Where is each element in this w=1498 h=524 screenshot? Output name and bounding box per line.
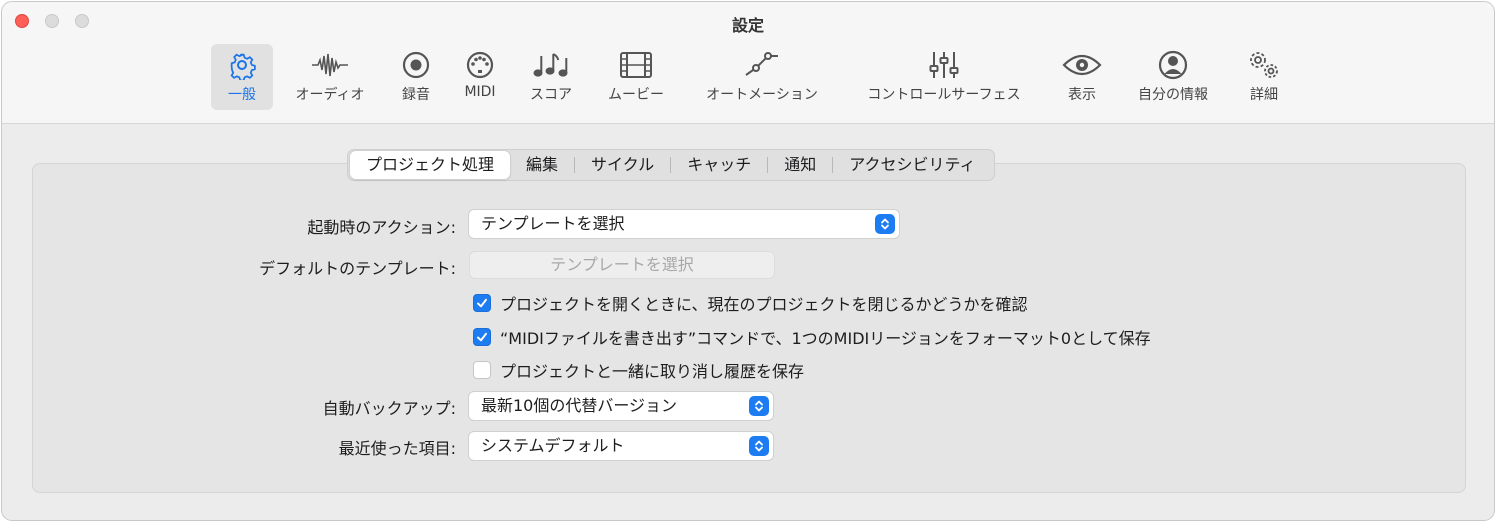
chevron-updown-icon — [875, 214, 895, 234]
startup-action-popup[interactable]: テンプレートを選択 — [468, 209, 900, 239]
toolbar-score[interactable]: スコア — [521, 44, 581, 110]
gear-icon — [211, 48, 273, 82]
tab-editing[interactable]: 編集 — [510, 151, 574, 179]
midi-connector-icon — [455, 48, 505, 82]
toolbar-audio[interactable]: オーディオ — [285, 44, 375, 110]
recent-items-popup[interactable]: システムデフォルト — [468, 431, 774, 461]
checkbox-checked[interactable] — [473, 328, 491, 346]
gears-icon — [1238, 48, 1290, 82]
chevron-updown-icon — [749, 436, 769, 456]
checkbox-midi-export-format0[interactable]: “MIDIファイルを書き出す”コマンドで、1つのMIDIリージョンをフォーマット… — [473, 326, 1151, 348]
toolbar-my-info[interactable]: 自分の情報 — [1128, 44, 1218, 110]
default-template-label: デフォルトのテンプレート: — [259, 259, 456, 278]
toolbar-recording[interactable]: 録音 — [391, 44, 441, 110]
checkbox-label: プロジェクトと一緒に取り消し履歴を保存 — [500, 362, 805, 381]
choose-template-button: テンプレートを選択 — [469, 251, 775, 279]
startup-action-value: テンプレートを選択 — [481, 214, 625, 233]
checkbox-unchecked[interactable] — [473, 361, 491, 379]
tab-accessibility[interactable]: アクセシビリティ — [833, 151, 991, 179]
toolbar-control-surfaces[interactable]: コントロールサーフェス — [852, 44, 1036, 110]
recent-items-value: システムデフォルト — [481, 436, 625, 455]
toolbar-general[interactable]: 一般 — [211, 44, 273, 110]
automation-curve-icon — [694, 48, 830, 82]
film-icon — [600, 48, 672, 82]
tab-catch[interactable]: キャッチ — [671, 151, 767, 179]
recent-items-label: 最近使った項目: — [338, 439, 456, 458]
checkmark-icon — [477, 298, 487, 308]
toolbar-advanced[interactable]: 詳細 — [1238, 44, 1290, 110]
auto-backup-popup[interactable]: 最新10個の代替バージョン — [468, 391, 774, 421]
toolbar-automation[interactable]: オートメーション — [694, 44, 830, 110]
window-title: 設定 — [731, 16, 764, 35]
startup-action-label: 起動時のアクション: — [307, 218, 456, 237]
checkbox-save-undo-history[interactable]: プロジェクトと一緒に取り消し履歴を保存 — [473, 359, 804, 381]
eye-icon — [1056, 48, 1108, 82]
tab-notifications[interactable]: 通知 — [768, 151, 832, 179]
tab-project-handling[interactable]: プロジェクト処理 — [350, 151, 511, 179]
chevron-updown-icon — [749, 396, 769, 416]
music-notes-icon — [521, 48, 581, 82]
checkmark-icon — [477, 332, 487, 342]
checkbox-label: プロジェクトを開くときに、現在のプロジェクトを閉じるかどうかを確認 — [500, 295, 1028, 314]
checkbox-confirm-close-project[interactable]: プロジェクトを開くときに、現在のプロジェクトを閉じるかどうかを確認 — [473, 292, 1028, 314]
sliders-icon — [852, 48, 1036, 82]
toolbar-view[interactable]: 表示 — [1056, 44, 1108, 110]
tab-bar: プロジェクト処理 編集 サイクル キャッチ 通知 アクセシビリティ — [347, 149, 995, 181]
record-icon — [391, 48, 441, 82]
checkbox-label: “MIDIファイルを書き出す”コマンドで、1つのMIDIリージョンをフォーマット… — [500, 329, 1151, 348]
auto-backup-label: 自動バックアップ: — [322, 399, 456, 418]
auto-backup-value: 最新10個の代替バージョン — [481, 396, 678, 415]
titlebar: 設定 一般 オーディオ 録音 MIDI スコア ムービー オートメーション コン… — [2, 2, 1494, 124]
tab-cycle[interactable]: サイクル — [575, 151, 670, 179]
toolbar-midi[interactable]: MIDI — [455, 44, 505, 110]
person-circle-icon — [1128, 48, 1218, 82]
checkbox-checked[interactable] — [473, 294, 491, 312]
toolbar-movie[interactable]: ムービー — [600, 44, 672, 110]
waveform-icon — [285, 48, 375, 82]
settings-window: 設定 一般 オーディオ 録音 MIDI スコア ムービー オートメーション コン… — [1, 1, 1495, 521]
